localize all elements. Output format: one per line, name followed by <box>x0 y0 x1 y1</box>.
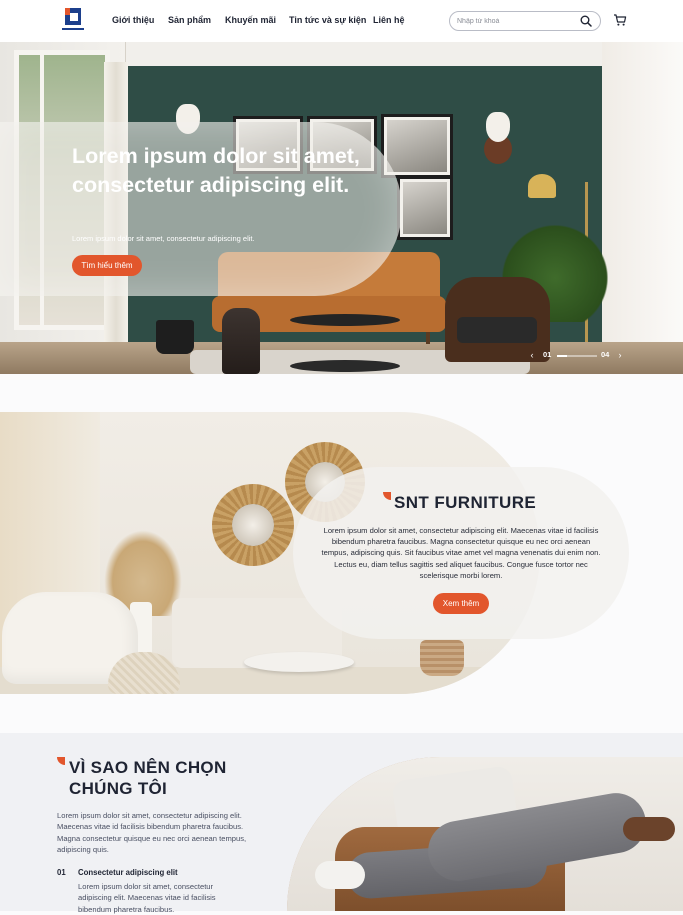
site-header: Giới thiệu Sản phẩm Khuyến mãi Tin tức v… <box>0 0 683 42</box>
furniture-photo-table <box>244 652 354 672</box>
logo-mark-cutout <box>70 13 78 21</box>
nav-item-tin-tuc[interactable]: Tin tức và sự kiện <box>289 15 366 25</box>
learn-more-button[interactable]: Tìm hiểu thêm <box>72 255 142 276</box>
hero-photo-deer-head <box>486 112 510 142</box>
chevron-right-icon[interactable]: › <box>616 350 624 360</box>
hero-photo-coffee-table <box>290 314 400 326</box>
search-box <box>449 11 601 31</box>
hero-photo-frame-art <box>403 182 447 234</box>
nav-item-san-pham[interactable]: Sản phẩm <box>168 15 211 25</box>
why-choose-title: VÌ SAO NÊN CHỌN CHÚNG TÔI <box>69 758 227 798</box>
photo-hand <box>623 817 675 841</box>
hero-photo-stool <box>222 308 260 374</box>
mirror-glass <box>232 504 274 546</box>
sofa-leg <box>426 332 430 344</box>
relaxing-person-photo <box>287 757 683 911</box>
reason-description: Lorem ipsum dolor sit amet, consectetur … <box>78 882 216 914</box>
hero-photo-frame <box>397 176 453 240</box>
slide-current: 01 <box>543 350 552 359</box>
why-choose-intro: Lorem ipsum dolor sit amet, consectetur … <box>57 811 247 854</box>
reason-title: Consectetur adipiscing elit <box>78 868 178 877</box>
hero-subtitle: Lorem ipsum dolor sit amet, consectetur … <box>72 234 255 243</box>
cart-icon[interactable] <box>613 13 627 27</box>
hero-photo-lamp-shade <box>528 174 556 198</box>
armchair-cushion <box>457 317 537 343</box>
nav-item-khuyen-mai[interactable]: Khuyến mãi <box>225 15 276 25</box>
hero-title: Lorem ipsum dolor sit amet, consectetur … <box>72 144 360 197</box>
furniture-description: Lorem ipsum dolor sit amet, consectetur … <box>321 526 601 580</box>
nav-item-lien-he[interactable]: Liên hệ <box>373 15 405 25</box>
hero-photo-frame-art <box>387 120 447 172</box>
see-more-button[interactable]: Xem thêm <box>433 593 489 614</box>
furniture-photo-mirror <box>212 484 294 566</box>
logo-mark-accent <box>65 8 70 15</box>
slide-total: 04 <box>601 350 610 359</box>
hero-photo-ceiling <box>126 42 683 66</box>
furniture-title: SNT FURNITURE <box>394 493 537 512</box>
nav-item-gioi-thieu[interactable]: Giới thiệu <box>112 15 154 25</box>
logo-caption <box>62 28 84 30</box>
slider-progress-fill <box>557 355 567 357</box>
brand-logo[interactable] <box>62 8 84 34</box>
furniture-photo-basket <box>420 640 464 676</box>
chevron-left-icon[interactable]: ‹ <box>528 350 536 360</box>
reason-number: 01 <box>57 868 66 877</box>
hero-photo-right-wall <box>602 42 683 374</box>
search-input[interactable] <box>457 15 572 28</box>
slider-progress <box>557 355 597 357</box>
search-icon[interactable] <box>580 15 592 27</box>
hero-photo-planter <box>156 320 194 354</box>
hero-photo-coffee-table-base <box>290 360 400 372</box>
photo-sock <box>315 861 365 889</box>
